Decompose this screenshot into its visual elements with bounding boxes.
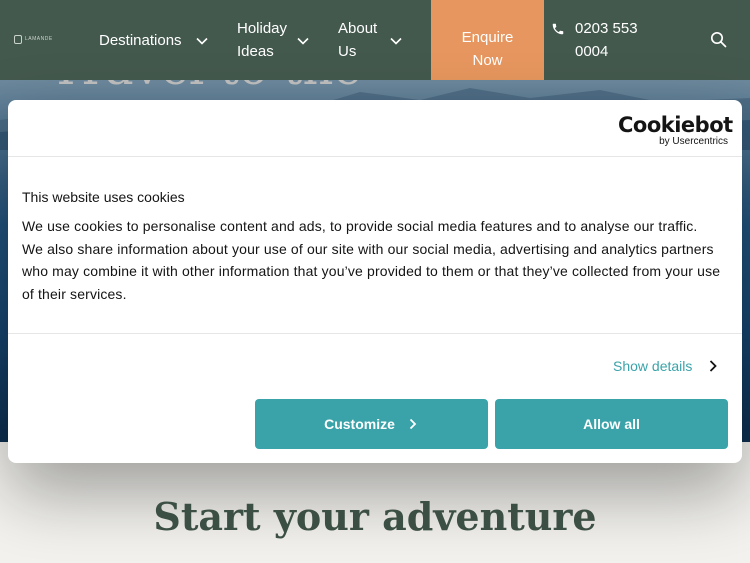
site-header: LAMANDE Destinations Holiday Ideas About… <box>0 0 750 80</box>
nav-holiday-ideas-label-1: Holiday <box>237 20 288 37</box>
chevron-down-icon <box>196 37 208 45</box>
nav-destinations-label: Destinations <box>99 32 182 49</box>
customize-button[interactable]: Customize <box>255 399 488 449</box>
search-icon[interactable] <box>710 31 727 48</box>
section-headline: Start your adventure <box>153 494 597 539</box>
cookie-dialog-body: We use cookies to personalise content an… <box>22 218 721 302</box>
nav-holiday-ideas[interactable]: Holiday Ideas <box>237 17 287 63</box>
nav-about-us-label-1: About <box>338 20 378 37</box>
chevron-right-icon[interactable] <box>706 359 720 373</box>
enquire-label-1: Enquire <box>461 29 514 46</box>
cookiebot-logo: Cookiebot by Usercentrics <box>618 113 733 148</box>
phone-number-line-1: 0203 553 <box>575 20 638 37</box>
nav-destinations[interactable]: Destinations <box>99 29 182 52</box>
logo-text: LAMANDE <box>25 36 53 42</box>
cookiebot-brand-name: Cookiebot <box>618 113 733 137</box>
logo-mark-icon <box>14 35 22 44</box>
allow-all-button-label: Allow all <box>583 416 640 432</box>
enquire-label-2: Now <box>472 52 503 69</box>
nav-about-us-label-2: Us <box>338 43 357 60</box>
customize-button-label: Customize <box>324 416 395 432</box>
nav-holiday-ideas-label-2: Ideas <box>237 43 274 60</box>
phone-icon <box>552 23 564 35</box>
dialog-divider <box>8 156 742 157</box>
chevron-down-icon <box>297 37 309 45</box>
phone-number-line-2: 0004 <box>575 43 609 60</box>
dialog-divider <box>8 333 742 334</box>
cookiebot-brand-sub: by Usercentrics <box>659 136 728 147</box>
cookie-dialog-title: This website uses cookies <box>22 189 185 205</box>
chevron-right-icon <box>409 419 417 430</box>
phone-number[interactable]: 0203 553 0004 <box>575 17 638 63</box>
cookie-consent-dialog: Cookiebot by Usercentrics This website u… <box>8 100 742 463</box>
show-details-link[interactable]: Show details <box>613 357 692 375</box>
chevron-down-icon <box>390 37 402 45</box>
allow-all-button[interactable]: Allow all <box>495 399 728 449</box>
enquire-now-button[interactable]: Enquire Now <box>431 0 544 80</box>
site-logo[interactable]: LAMANDE <box>14 34 53 46</box>
nav-about-us[interactable]: About Us <box>338 17 377 63</box>
